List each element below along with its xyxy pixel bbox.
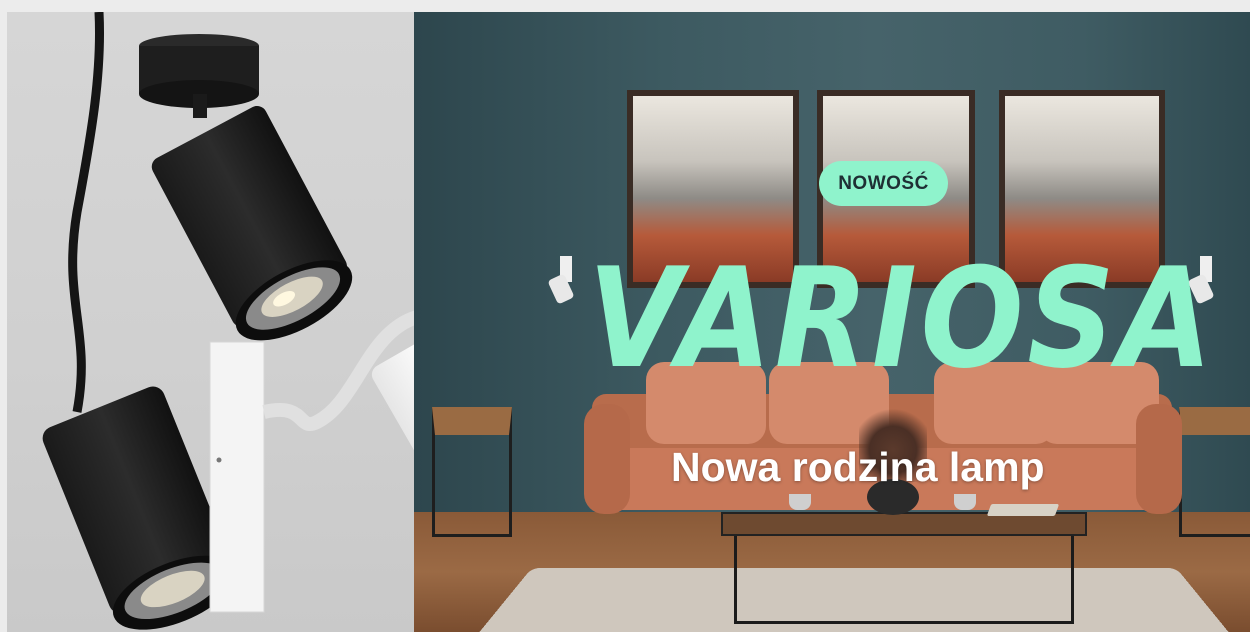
pendant-cable-icon [68, 12, 105, 413]
side-table-right [1179, 407, 1250, 537]
ceiling-spotlight-icon [139, 34, 353, 341]
sofa-arm-right [1136, 404, 1182, 514]
wall-spotlight-icon [209, 309, 414, 613]
promo-banner[interactable]: NOWOŚĆ VARIOSA Nowa rodzina lamp [7, 12, 1250, 632]
cup-icon [789, 494, 811, 510]
side-table-left [432, 407, 512, 537]
product-subtitle: Nowa rodzina lamp [671, 444, 1045, 490]
product-panel [7, 12, 414, 632]
sofa-arm-left [584, 404, 630, 514]
wall-lamp-left-icon [547, 256, 575, 305]
cup-icon [954, 494, 976, 510]
product-title: VARIOSA [588, 238, 1216, 399]
lamp-product-illustration [42, 12, 414, 630]
new-badge: NOWOŚĆ [819, 161, 948, 206]
coffee-table-frame [734, 536, 1074, 624]
book-icon [986, 504, 1060, 516]
